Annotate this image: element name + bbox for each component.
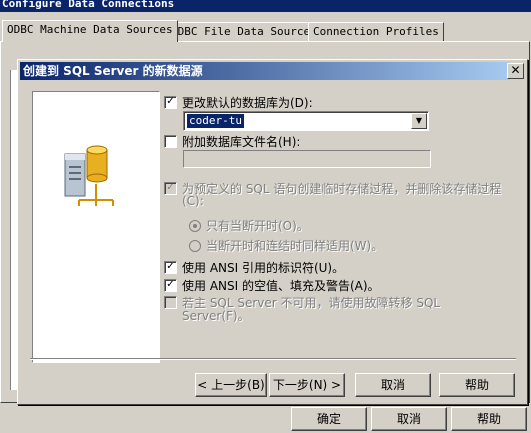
dialog-title: 创建到 SQL Server 的新数据源 <box>20 62 510 80</box>
failover-checkbox <box>164 296 177 309</box>
ansi-quoted-row[interactable]: ✓ 使用 ANSI 引用的标识符(U)。 <box>164 259 344 276</box>
outer-window-title: Configure Data Connections <box>0 0 531 12</box>
change-default-db-label: 更改默认的数据库为(D): <box>182 96 313 110</box>
dialog-cancel-button[interactable]: 取消 <box>355 373 431 397</box>
tab-odbc-file-data-sources[interactable]: ODBC File Data Sources <box>166 22 322 41</box>
outer-tabs: ODBC Machine Data Sources ODBC File Data… <box>0 20 531 42</box>
ansi-nulls-checkbox[interactable]: ✓ <box>164 279 177 292</box>
attach-db-file-label: 附加数据库文件名(H): <box>182 135 301 149</box>
outer-cancel-button[interactable]: 取消 <box>371 407 447 431</box>
radio-disconnect <box>189 219 201 232</box>
failover-label-line2: Server(F)。 <box>182 309 250 323</box>
server-illustration <box>32 91 160 363</box>
ansi-nulls-row[interactable]: ✓ 使用 ANSI 的空值、填充及警告(A)。 <box>164 277 380 294</box>
ansi-nulls-label: 使用 ANSI 的空值、填充及警告(A)。 <box>182 279 380 293</box>
ansi-quoted-label: 使用 ANSI 引用的标识符(U)。 <box>182 261 345 275</box>
ansi-quoted-checkbox[interactable]: ✓ <box>164 261 177 274</box>
temp-proc-label: 为预定义的 SQL 语句创建临时存储过程，并删除该存储过程 <box>182 182 502 196</box>
tab-connection-profiles[interactable]: Connection Profiles <box>308 22 444 41</box>
temp-proc-label-line2: (C): <box>182 194 204 208</box>
next-button[interactable]: 下一步(N) > <box>269 373 345 397</box>
attach-db-file-row[interactable]: 附加数据库文件名(H): <box>164 133 300 150</box>
radio-disconnect-row: 只有当断开时(O)。 <box>189 217 309 234</box>
temp-proc-checkbox: ✓ <box>164 182 177 195</box>
data-source-list[interactable] <box>10 70 17 390</box>
radio-disconnect-connect-row: 当断开时和连结时同样适用(W)。 <box>189 237 383 254</box>
dialog-separator <box>30 358 516 360</box>
database-select-value: coder-tu <box>187 114 244 128</box>
tab-odbc-machine-data-sources[interactable]: ODBC Machine Data Sources <box>2 20 178 42</box>
change-default-db-checkbox[interactable]: ✓ <box>164 96 177 109</box>
attach-db-file-checkbox[interactable] <box>164 135 177 148</box>
change-default-db-row[interactable]: ✓ 更改默认的数据库为(D): <box>164 94 313 111</box>
close-icon[interactable]: ✕ <box>507 63 524 79</box>
radio-disconnect-connect-label: 当断开时和连结时同样适用(W)。 <box>206 239 384 253</box>
radio-disconnect-connect <box>189 239 201 252</box>
temp-proc-row: ✓ 为预定义的 SQL 语句创建临时存储过程，并删除该存储过程 <box>164 180 501 197</box>
database-select[interactable]: coder-tu ▼ <box>183 111 429 131</box>
new-data-source-dialog: 创建到 SQL Server 的新数据源 ✕ ✓ 更改默认的数据库为(D): co… <box>17 59 528 405</box>
database-server-icon <box>64 145 114 206</box>
chevron-down-icon[interactable]: ▼ <box>411 113 427 129</box>
attach-db-file-field <box>183 150 431 168</box>
dialog-help-button[interactable]: 帮助 <box>439 373 515 397</box>
ok-button[interactable]: 确定 <box>291 407 367 431</box>
radio-disconnect-label: 只有当断开时(O)。 <box>206 219 309 233</box>
back-button[interactable]: < 上一步(B) <box>195 373 267 397</box>
outer-help-button[interactable]: 帮助 <box>451 407 527 431</box>
